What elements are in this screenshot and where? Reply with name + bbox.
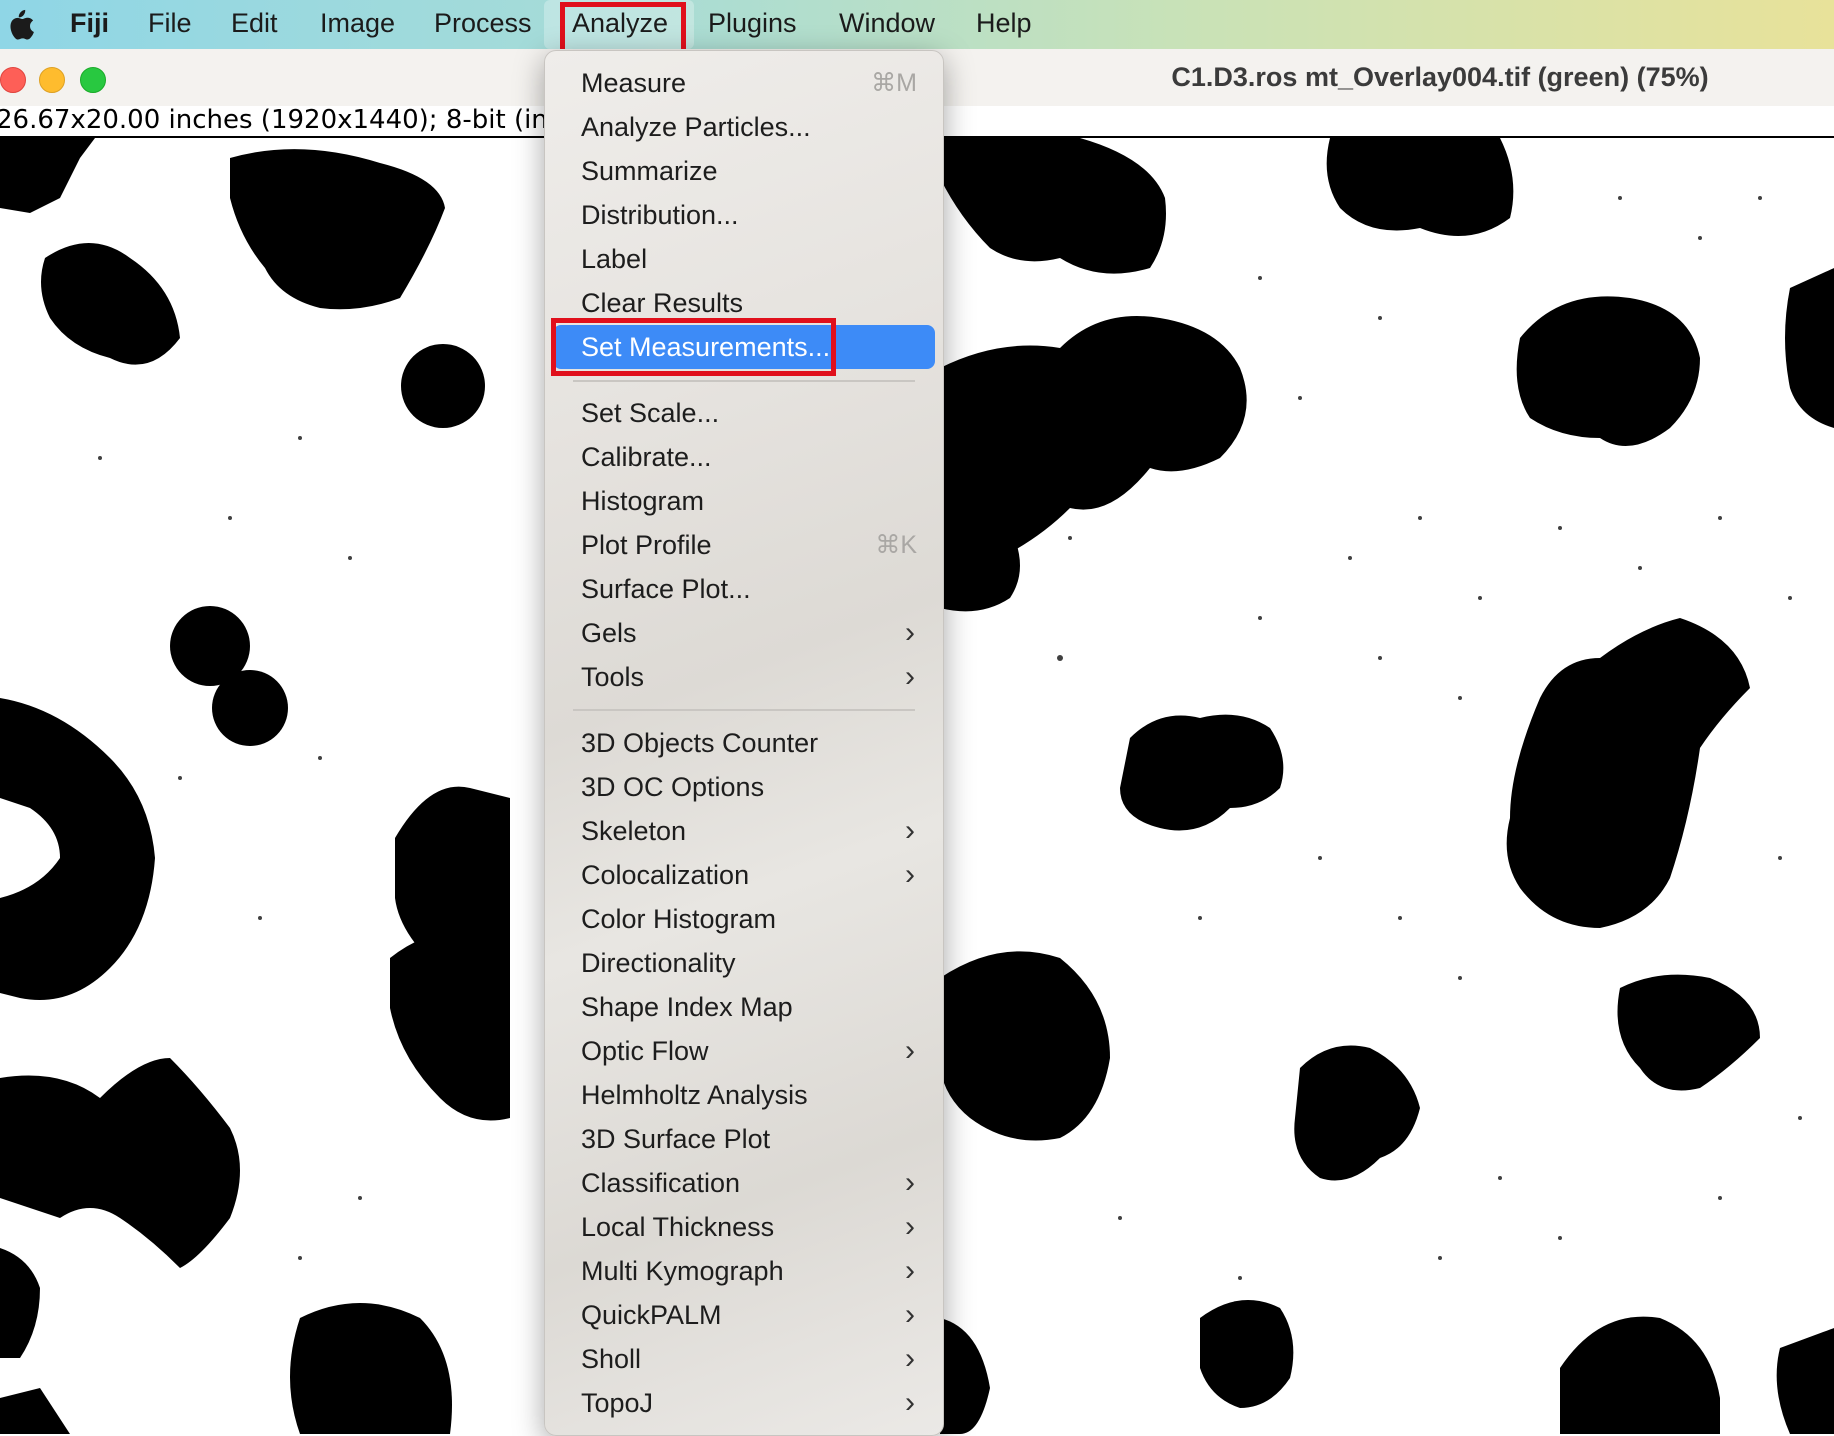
menu-item-measure[interactable]: Measure ⌘M: [553, 61, 935, 105]
menu-item-skeleton[interactable]: Skeleton ›: [553, 809, 935, 853]
menu-item-set-scale[interactable]: Set Scale...: [553, 391, 935, 435]
menu-window[interactable]: Window: [833, 0, 941, 49]
menu-help[interactable]: Help: [970, 0, 1038, 49]
menu-item-surface-plot[interactable]: Surface Plot...: [553, 567, 935, 611]
menu-item-shape-index-map[interactable]: Shape Index Map: [553, 985, 935, 1029]
menu-item-label: Measure: [581, 68, 687, 98]
menu-item-label: Colocalization: [581, 860, 750, 890]
menu-item-clear-results[interactable]: Clear Results: [553, 281, 935, 325]
menu-item-local-thickness[interactable]: Local Thickness ›: [553, 1205, 935, 1249]
menu-item-quickpalm[interactable]: QuickPALM ›: [553, 1293, 935, 1337]
menu-item-calibrate[interactable]: Calibrate...: [553, 435, 935, 479]
menu-item-analyze-particles[interactable]: Analyze Particles...: [553, 105, 935, 149]
menu-separator: [573, 709, 915, 711]
chevron-right-icon: ›: [905, 1342, 915, 1375]
close-button[interactable]: [0, 67, 26, 93]
menu-item-label: Skeleton: [581, 816, 687, 846]
chevron-right-icon: ›: [905, 1166, 915, 1199]
menu-item-label: Multi Kymograph: [581, 1256, 784, 1286]
menu-item-histogram[interactable]: Histogram: [553, 479, 935, 523]
menu-item-3d-oc-options[interactable]: 3D OC Options: [553, 765, 935, 809]
menu-item-label: QuickPALM: [581, 1300, 722, 1330]
menu-item-plot-profile[interactable]: Plot Profile ⌘K: [553, 523, 935, 567]
menu-item-color-histogram[interactable]: Color Histogram: [553, 897, 935, 941]
shortcut-label: ⌘K: [875, 531, 917, 559]
chevron-right-icon: ›: [905, 1386, 915, 1419]
chevron-right-icon: ›: [905, 1254, 915, 1287]
chevron-right-icon: ›: [905, 814, 915, 847]
menu-item-gels[interactable]: Gels ›: [553, 611, 935, 655]
menu-item-label: Tools: [581, 662, 645, 692]
apple-logo-icon[interactable]: [4, 8, 36, 42]
menu-item-label: Sholl: [581, 1344, 642, 1374]
menu-image[interactable]: Image: [314, 0, 401, 49]
menu-edit[interactable]: Edit: [225, 0, 284, 49]
minimize-button[interactable]: [39, 67, 65, 93]
zoom-button[interactable]: [80, 67, 106, 93]
menu-item-helmholtz-analysis[interactable]: Helmholtz Analysis: [553, 1073, 935, 1117]
menu-item-sholl[interactable]: Sholl ›: [553, 1337, 935, 1381]
menu-item-set-measurements[interactable]: Set Measurements...: [553, 325, 935, 369]
menu-item-classification[interactable]: Classification ›: [553, 1161, 935, 1205]
menu-item-topoj[interactable]: TopoJ ›: [553, 1381, 935, 1425]
menu-process[interactable]: Process: [428, 0, 538, 49]
menu-item-3d-surface-plot[interactable]: 3D Surface Plot: [553, 1117, 935, 1161]
menu-item-label: TopoJ: [581, 1388, 654, 1418]
menu-item-tools[interactable]: Tools ›: [553, 655, 935, 699]
analyze-dropdown-menu: Measure ⌘M Analyze Particles... Summariz…: [544, 50, 944, 1436]
menu-item-label: Optic Flow: [581, 1036, 709, 1066]
menu-item-summarize[interactable]: Summarize: [553, 149, 935, 193]
menu-file[interactable]: File: [142, 0, 198, 49]
chevron-right-icon: ›: [905, 1210, 915, 1243]
menu-item-label[interactable]: Label: [553, 237, 935, 281]
menu-plugins[interactable]: Plugins: [702, 0, 803, 49]
menu-item-label: Classification: [581, 1168, 741, 1198]
chevron-right-icon: ›: [905, 660, 915, 693]
chevron-right-icon: ›: [905, 616, 915, 649]
window-title: C1.D3.ros mt_Overlay004.tif (green) (75%…: [1171, 62, 1709, 92]
menu-item-multi-kymograph[interactable]: Multi Kymograph ›: [553, 1249, 935, 1293]
chevron-right-icon: ›: [905, 1034, 915, 1067]
menu-analyze[interactable]: Analyze: [544, 0, 694, 49]
menu-fiji[interactable]: Fiji: [64, 0, 115, 49]
menu-item-3d-objects-counter[interactable]: 3D Objects Counter: [553, 721, 935, 765]
menu-item-label: Local Thickness: [581, 1212, 775, 1242]
shortcut-label: ⌘M: [871, 69, 917, 97]
menu-separator: [573, 380, 915, 382]
menu-item-directionality[interactable]: Directionality: [553, 941, 935, 985]
chevron-right-icon: ›: [905, 1298, 915, 1331]
image-info-text: 26.67x20.00 inches (1920x1440); 8-bit (i…: [0, 106, 564, 135]
menu-item-colocalization[interactable]: Colocalization ›: [553, 853, 935, 897]
menu-bar: Fiji File Edit Image Process Analyze Plu…: [0, 0, 1834, 50]
menu-item-label: Plot Profile: [581, 530, 712, 560]
chevron-right-icon: ›: [905, 858, 915, 891]
menu-item-optic-flow[interactable]: Optic Flow ›: [553, 1029, 935, 1073]
menu-item-distribution[interactable]: Distribution...: [553, 193, 935, 237]
menu-item-label: Gels: [581, 618, 637, 648]
